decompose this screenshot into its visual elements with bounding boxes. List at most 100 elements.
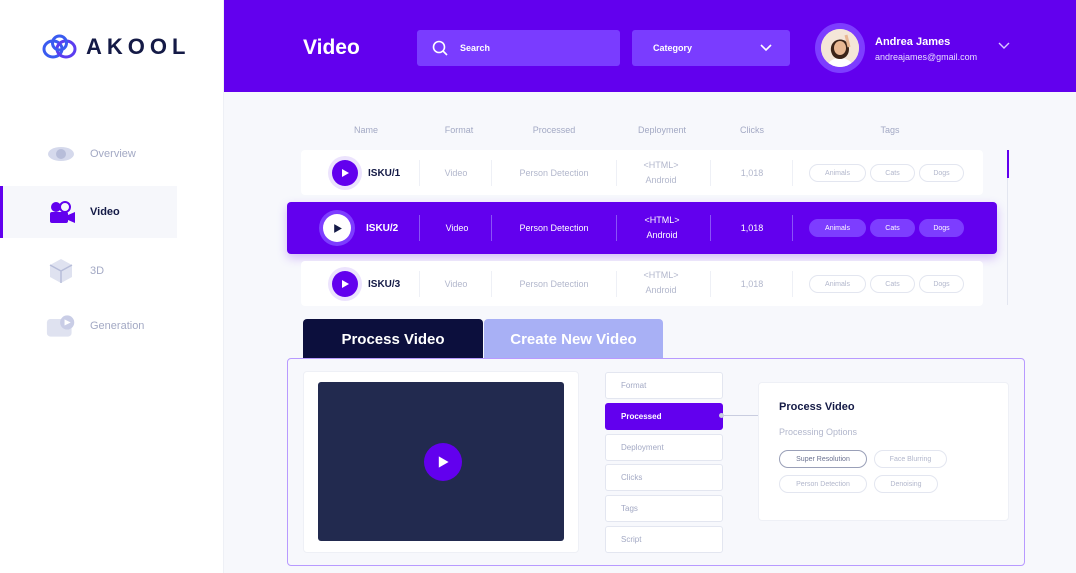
option-deployment[interactable]: Deployment <box>605 434 723 461</box>
tag-chip[interactable]: Cats <box>870 275 915 293</box>
cube-icon <box>46 259 76 283</box>
row-deployment-html: <HTML> <box>644 215 680 225</box>
tag-chip[interactable]: Cats <box>870 219 915 237</box>
chip-face-blurring[interactable]: Face Blurring <box>874 450 947 468</box>
divider <box>491 271 492 297</box>
divider <box>616 271 617 297</box>
row-deployment-android: Android <box>645 175 677 185</box>
row-processed: Person Detection <box>519 279 589 289</box>
column-header-tags[interactable]: Tags <box>870 125 910 135</box>
row-deployment-android: Android <box>645 285 677 295</box>
option-script[interactable]: Script <box>605 526 723 553</box>
divider <box>792 271 793 297</box>
option-clicks[interactable]: Clicks <box>605 464 723 491</box>
tab-process-video[interactable]: Process Video <box>303 319 483 359</box>
sidebar-item-label: Video <box>90 206 120 218</box>
column-header-format[interactable]: Format <box>432 125 486 135</box>
row-clicks: 1,018 <box>740 223 764 233</box>
sidebar-item-label: Generation <box>90 320 145 332</box>
row-clicks: 1,018 <box>740 279 764 289</box>
play-icon[interactable] <box>332 160 358 186</box>
user-name: Andrea James <box>875 36 951 48</box>
brand-name: AKOOL <box>86 34 191 59</box>
divider <box>792 160 793 186</box>
avatar-photo <box>821 29 859 67</box>
detail-title: Process Video <box>779 401 855 413</box>
option-tags[interactable]: Tags <box>605 495 723 522</box>
row-name: ISKU/3 <box>368 279 401 290</box>
sidebar-item-video[interactable]: Video <box>0 186 177 238</box>
table-row[interactable]: ISKU/3 Video Person Detection <HTML> And… <box>301 261 983 306</box>
tab-create-new-video[interactable]: Create New Video <box>484 319 663 359</box>
play-icon[interactable] <box>424 443 462 481</box>
user-email: andreajames@gmail.com <box>875 52 978 62</box>
table-row-selected[interactable]: ISKU/2 Video Person Detection <HTML> And… <box>287 202 997 254</box>
divider <box>491 160 492 186</box>
connector-line <box>723 415 759 416</box>
sidebar-item-overview[interactable]: Overview <box>0 128 177 180</box>
divider <box>616 160 617 186</box>
tag-chip[interactable]: Dogs <box>919 219 964 237</box>
eye-icon <box>46 142 76 166</box>
tag-chip[interactable]: Cats <box>870 164 915 182</box>
row-format: Video <box>444 168 468 178</box>
category-dropdown[interactable]: Category <box>632 30 790 66</box>
chip-denoising[interactable]: Denoising <box>874 475 938 493</box>
sidebar-item-label: Overview <box>90 148 136 160</box>
play-icon[interactable] <box>323 214 351 242</box>
divider <box>616 215 617 241</box>
chip-person-detection[interactable]: Person Detection <box>779 475 867 493</box>
table-row[interactable]: ISKU/1 Video Person Detection <HTML> And… <box>301 150 983 195</box>
connector-dot <box>719 413 724 418</box>
row-deployment-html: <HTML> <box>643 270 679 280</box>
logo-mark-icon <box>42 34 77 59</box>
column-header-processed[interactable]: Processed <box>520 125 588 135</box>
sidebar-item-label: 3D <box>90 265 105 277</box>
tag-chip[interactable]: Animals <box>809 164 866 182</box>
camera-icon <box>46 200 76 224</box>
option-processed[interactable]: Processed <box>605 403 723 430</box>
option-format[interactable]: Format <box>605 372 723 399</box>
row-format: Video <box>444 279 468 289</box>
header: Video Search Category Andrea James andre… <box>224 0 1076 92</box>
tag-chip[interactable]: Dogs <box>919 164 964 182</box>
category-label: Category <box>653 43 693 53</box>
chip-super-resolution[interactable]: Super Resolution <box>779 450 867 468</box>
divider <box>491 215 492 241</box>
column-header-clicks[interactable]: Clicks <box>732 125 772 135</box>
search-placeholder: Search <box>460 43 491 53</box>
divider <box>419 215 420 241</box>
tag-chip[interactable]: Animals <box>809 275 866 293</box>
user-menu-chevron-icon[interactable] <box>998 42 1010 50</box>
sidebar-item-3d[interactable]: 3D <box>0 245 177 297</box>
chevron-down-icon <box>760 44 772 52</box>
divider <box>710 271 711 297</box>
tag-chip[interactable]: Animals <box>809 219 866 237</box>
column-header-name[interactable]: Name <box>342 125 390 135</box>
row-deployment-html: <HTML> <box>643 160 679 170</box>
divider <box>710 160 711 186</box>
page-title: Video <box>303 36 360 59</box>
row-processed: Person Detection <box>519 168 589 178</box>
sidebar: AKOOL Overview Video 3D Generation <box>0 0 224 573</box>
play-icon[interactable] <box>332 271 358 297</box>
column-header-deployment[interactable]: Deployment <box>627 125 697 135</box>
row-name: ISKU/2 <box>366 223 399 234</box>
video-gen-icon <box>46 314 76 338</box>
row-deployment-android: Android <box>646 230 678 240</box>
row-name: ISKU/1 <box>368 168 401 179</box>
search-icon <box>432 40 448 56</box>
scrollbar-thumb[interactable] <box>1007 150 1009 178</box>
tag-chip[interactable]: Dogs <box>919 275 964 293</box>
akool-logo[interactable]: AKOOL <box>42 34 190 60</box>
search-input[interactable]: Search <box>417 30 620 66</box>
avatar[interactable] <box>815 23 865 73</box>
divider <box>792 215 793 241</box>
detail-subtitle: Processing Options <box>779 427 858 437</box>
divider <box>419 160 420 186</box>
row-format: Video <box>445 223 469 233</box>
divider <box>419 271 420 297</box>
row-processed: Person Detection <box>519 223 589 233</box>
row-clicks: 1,018 <box>740 168 764 178</box>
sidebar-item-generation[interactable]: Generation <box>0 300 177 352</box>
